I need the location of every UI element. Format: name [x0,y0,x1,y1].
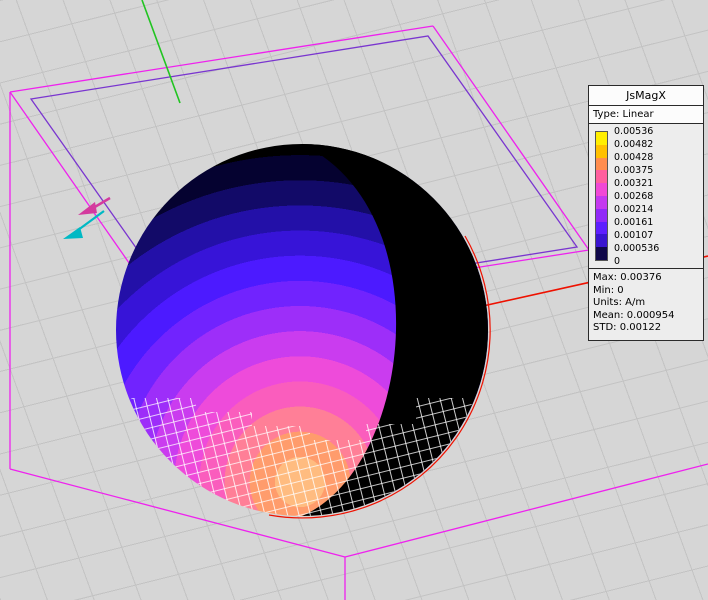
stat-min: Min: 0 [593,285,699,298]
colorbar-tick: 0.00482 [614,138,659,151]
colorbar-band [596,145,607,158]
colorbar-band [596,170,607,183]
stat-max: Max: 0.00376 [593,272,699,285]
legend-title: JsMagX [589,86,703,106]
legend-scale-type: Type: Linear [589,106,703,124]
colorbar-band [596,234,607,247]
colorbar-band [596,158,607,171]
stat-std: STD: 0.00122 [593,322,699,335]
colorbar-tick: 0.00375 [614,164,659,177]
colorbar-tick: 0.00428 [614,151,659,164]
colorbar-tick: 0 [614,255,659,268]
legend-colorbar-section: 0.00536 0.00482 0.00428 0.00375 0.00321 … [589,124,703,268]
colorbar-band [596,222,607,235]
colorbar [595,131,608,261]
colorbar-tick: 0.00161 [614,216,659,229]
triad-arrowhead-cyan [63,227,83,239]
stat-mean: Mean: 0.000954 [593,310,699,323]
colorbar-tick: 0.00107 [614,229,659,242]
colorbar-tick: 0.00268 [614,190,659,203]
coordinate-triad [63,198,110,239]
viewport-3d[interactable]: JsMagX Type: Linear 0.00536 0.00482 0.00… [0,0,708,600]
colorbar-band [596,209,607,222]
stat-units: Units: A/m [593,297,699,310]
colorbar-band [596,183,607,196]
colorbar-tick: 0.00321 [614,177,659,190]
y-axis-line [142,0,180,103]
colorbar-band [596,132,607,145]
colorbar-tick: 0.000536 [614,242,659,255]
legend-stats: Max: 0.00376 Min: 0 Units: A/m Mean: 0.0… [589,268,703,340]
colorbar-tick: 0.00214 [614,203,659,216]
colorbar-ticks: 0.00536 0.00482 0.00428 0.00375 0.00321 … [614,125,659,268]
colorbar-band [596,247,607,260]
legend-panel[interactable]: JsMagX Type: Linear 0.00536 0.00482 0.00… [588,85,704,341]
colorbar-tick: 0.00536 [614,125,659,138]
colorbar-band [596,196,607,209]
